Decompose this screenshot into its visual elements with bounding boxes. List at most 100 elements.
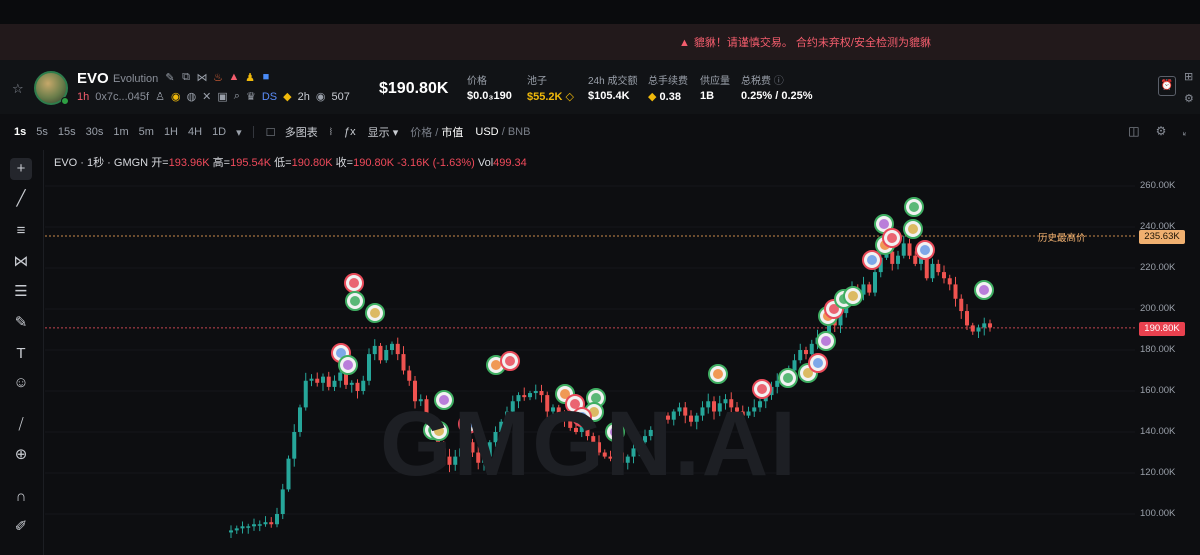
- contract-address[interactable]: 0x7c...045f: [95, 91, 149, 103]
- watermark: GMGN.AI: [380, 393, 798, 495]
- multi-chart-button[interactable]: ☐ 多图表: [260, 124, 324, 140]
- indicator-icon[interactable]: ƒx: [338, 126, 362, 138]
- top-strip: [0, 0, 1200, 24]
- crosshair-icon[interactable]: +: [10, 158, 32, 180]
- trade-marker-avatar: [713, 369, 723, 379]
- chevron-down-icon[interactable]: ▾: [231, 126, 247, 139]
- candle-body: [988, 323, 992, 328]
- trade-marker-avatar: [909, 202, 919, 212]
- share-icon[interactable]: ⋈: [196, 71, 208, 84]
- price-mcap-toggle[interactable]: 价格 / 市值: [404, 124, 469, 140]
- candle-type-icon[interactable]: ⧘: [324, 126, 338, 139]
- candle-body: [407, 370, 412, 381]
- candle-body: [913, 255, 918, 264]
- binance-icon: ◆: [283, 91, 292, 103]
- chat-icon[interactable]: ▣: [217, 90, 227, 103]
- candle-body: [367, 354, 371, 381]
- timeframe-1D[interactable]: 1D: [207, 126, 231, 139]
- pool-value: $55.2K ◇: [527, 91, 574, 103]
- horizontal-lines-icon[interactable]: ≡: [10, 220, 32, 242]
- candle-body: [355, 382, 360, 391]
- fib-icon[interactable]: ☰: [10, 281, 32, 303]
- dexscreener-link[interactable]: DS: [262, 91, 277, 103]
- pattern-icon[interactable]: ⋈: [10, 251, 32, 273]
- edit-icon[interactable]: ✎: [164, 71, 176, 84]
- display-dropdown[interactable]: 显示 ▾: [362, 124, 405, 140]
- alarm-button[interactable]: ⏰: [1158, 76, 1176, 96]
- favorite-star-icon[interactable]: ☆: [12, 81, 24, 97]
- brush-icon[interactable]: ✎: [10, 312, 32, 334]
- copy-icon[interactable]: ⧉: [180, 71, 192, 84]
- emoji-icon[interactable]: ☺: [10, 372, 32, 394]
- trade-marker-avatar: [813, 358, 823, 368]
- candle-body: [240, 526, 245, 529]
- status-dot: [61, 97, 69, 105]
- text-icon[interactable]: T: [10, 343, 32, 365]
- candle-body: [349, 382, 354, 385]
- candle-body: [792, 360, 797, 371]
- timeframe-1s[interactable]: 1s: [9, 126, 31, 139]
- globe-icon[interactable]: ◍: [187, 90, 197, 103]
- user-icon[interactable]: ♙: [155, 90, 165, 103]
- candle-body: [936, 263, 941, 273]
- candle-body: [246, 526, 251, 528]
- candle-body: [959, 298, 964, 312]
- trade-marker-avatar: [370, 308, 380, 318]
- warning-triangle-icon: ▲: [678, 37, 690, 49]
- trendline-icon[interactable]: ╱: [10, 188, 32, 210]
- crown-icon: ♛: [245, 91, 256, 103]
- ath-price-tag: 235.63K: [1139, 230, 1185, 244]
- x-icon[interactable]: ✕: [202, 90, 211, 103]
- trade-marker-avatar: [349, 278, 359, 288]
- y-tick-label: 220.00K: [1140, 262, 1176, 273]
- candle-body: [947, 278, 952, 285]
- timeframe-5s[interactable]: 5s: [31, 126, 53, 139]
- token-age: 1h: [77, 90, 90, 103]
- lock-edit-icon[interactable]: ✐: [10, 516, 32, 538]
- settings-icon[interactable]: ⚙: [1156, 124, 1167, 139]
- y-tick-label: 140.00K: [1140, 426, 1176, 437]
- candle-body: [401, 354, 406, 371]
- search-icon[interactable]: ⌕: [234, 90, 240, 103]
- y-tick-label: 160.00K: [1140, 385, 1176, 396]
- candle-body: [395, 343, 400, 355]
- fees-value: ◆ 0.38: [648, 91, 681, 103]
- candle-body: [234, 528, 239, 531]
- candle-body: [809, 343, 814, 355]
- usd-bnb-toggle[interactable]: USD / BNB: [469, 126, 536, 138]
- side-controls[interactable]: ⊞ ⚙: [1184, 66, 1194, 110]
- candle-body: [338, 372, 343, 381]
- timeframe-15s[interactable]: 15s: [53, 126, 81, 139]
- stat-fees: 总手续费 ◆ 0.38: [648, 76, 688, 103]
- zoom-in-icon[interactable]: ⊕: [10, 444, 32, 466]
- candle-body: [252, 524, 256, 527]
- timeframe-5m[interactable]: 5m: [134, 126, 159, 139]
- timeframe-30s[interactable]: 30s: [81, 126, 109, 139]
- help-icon: ⓘ: [773, 76, 784, 87]
- magnet-icon[interactable]: ∩: [10, 486, 32, 508]
- timeframe-1m[interactable]: 1m: [108, 126, 133, 139]
- token-meta-row: 1h 0x7c...045f ♙ ◉ ◍ ✕ ▣ ⌕ ♛ DS ◆ 2h ◉ 5…: [77, 90, 350, 103]
- candle-body: [263, 522, 268, 525]
- timeframe-1H[interactable]: 1H: [159, 126, 183, 139]
- candle-body: [372, 345, 377, 355]
- candle-body: [280, 489, 285, 514]
- checkbox-icon: ☐: [265, 127, 276, 139]
- warning-text: ▲ 貔貅！请谨慎交易。 合约未弃权/安全检测为貔貅: [678, 37, 931, 49]
- chart-toolbar: 1s 5s 15s 30s 1m 5m 1H 4H 1D ▾ ☐ 多图表 ⧘ ƒx 显示 ▾ 价格…: [0, 118, 1200, 146]
- timeframe-4H[interactable]: 4H: [183, 126, 207, 139]
- candle-body: [257, 524, 262, 526]
- candle-body: [901, 243, 906, 256]
- trade-marker-avatar: [879, 219, 889, 229]
- stat-supply: 供应量 1B: [700, 76, 730, 102]
- trade-marker-avatar: [979, 285, 989, 295]
- token-icons: ✎ ⧉ ⋈ ♨ ▲ ♟ ■: [164, 71, 272, 84]
- fire-icon: ♨: [213, 72, 223, 84]
- ruler-icon[interactable]: ⧸: [10, 414, 32, 436]
- candle-body: [361, 380, 366, 391]
- candle-body: [275, 514, 279, 525]
- trade-marker-avatar: [350, 296, 360, 306]
- camera-icon[interactable]: ◫: [1128, 124, 1139, 139]
- candle-body: [326, 376, 331, 387]
- drawing-tools: + ╱ ≡ ⋈ ☰ ✎ T ☺ ⧸ ⊕ ∩ ✐: [0, 150, 44, 555]
